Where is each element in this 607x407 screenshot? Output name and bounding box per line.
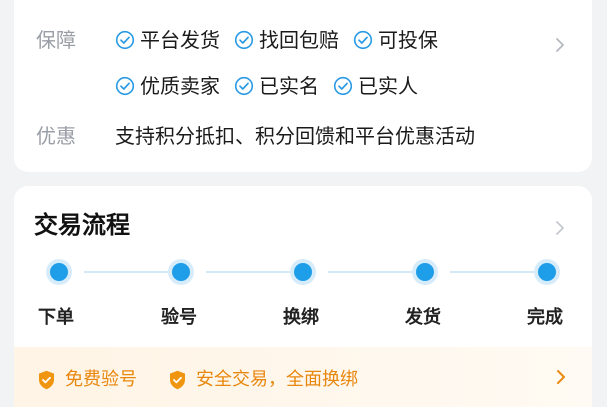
check-circle-icon: [234, 76, 254, 96]
step-connector: [206, 271, 292, 273]
step-dot: [50, 263, 68, 281]
guarantee-tag-label: 已实名: [259, 74, 319, 98]
safety-badge: 安全交易，全面换绑: [169, 367, 358, 393]
trade-process-card[interactable]: 交易流程 下单 验号 换绑 发货 完成 免费验号 安全交易，全面换绑: [14, 186, 592, 407]
check-circle-icon: [234, 30, 254, 50]
step-dot: [416, 263, 434, 281]
check-circle-icon: [115, 76, 135, 96]
step-dot: [294, 263, 312, 281]
offers-text: 支持积分抵扣、积分回馈和平台优惠活动: [115, 124, 475, 148]
guarantee-tag: 可投保: [353, 26, 438, 54]
guarantee-tag: 优质卖家: [115, 72, 220, 100]
step-label: 下单: [38, 307, 74, 328]
safety-badge-label: 免费验号: [65, 369, 137, 390]
offers-label: 优惠: [36, 124, 76, 148]
check-circle-icon: [115, 30, 135, 50]
step-label: 完成: [527, 307, 563, 328]
step-label: 发货: [405, 307, 441, 328]
step-dot: [172, 263, 190, 281]
guarantee-tag-label: 找回包赔: [259, 28, 339, 52]
safety-badge-label: 安全交易，全面换绑: [196, 369, 358, 390]
guarantee-tags-row-1: 平台发货 找回包赔 可投保: [115, 26, 452, 54]
guarantee-tag-label: 可投保: [378, 28, 438, 52]
guarantee-tag: 平台发货: [115, 26, 220, 54]
step-label: 换绑: [283, 307, 319, 328]
section-title: 交易流程: [34, 211, 130, 239]
step-dot: [538, 263, 556, 281]
guarantee-tag-label: 平台发货: [140, 28, 220, 52]
safety-banner[interactable]: 免费验号 安全交易，全面换绑: [14, 347, 592, 407]
guarantee-tag: 找回包赔: [234, 26, 339, 54]
shield-check-icon: [39, 370, 54, 390]
step-label: 验号: [161, 307, 197, 328]
check-circle-icon: [353, 30, 373, 50]
chevron-right-icon[interactable]: [554, 219, 566, 237]
guarantee-tags-row-2: 优质卖家 已实名 已实人: [115, 72, 432, 100]
step-connector: [328, 271, 414, 273]
check-circle-icon: [333, 76, 353, 96]
guarantee-tag-label: 已实人: [358, 74, 418, 98]
guarantee-card[interactable]: 保障 平台发货 找回包赔 可投保 优质卖家 已实名 已实人 优惠 支持积分抵扣、…: [14, 0, 592, 172]
step-connector: [84, 271, 170, 273]
guarantee-tag-label: 优质卖家: [140, 74, 220, 98]
chevron-right-icon[interactable]: [555, 368, 567, 386]
guarantee-tag: 已实人: [333, 72, 418, 100]
guarantee-label: 保障: [36, 28, 76, 52]
safety-badge: 免费验号: [38, 367, 137, 393]
chevron-right-icon[interactable]: [554, 36, 566, 54]
shield-check-icon: [170, 370, 185, 390]
step-connector: [450, 271, 536, 273]
guarantee-tag: 已实名: [234, 72, 319, 100]
